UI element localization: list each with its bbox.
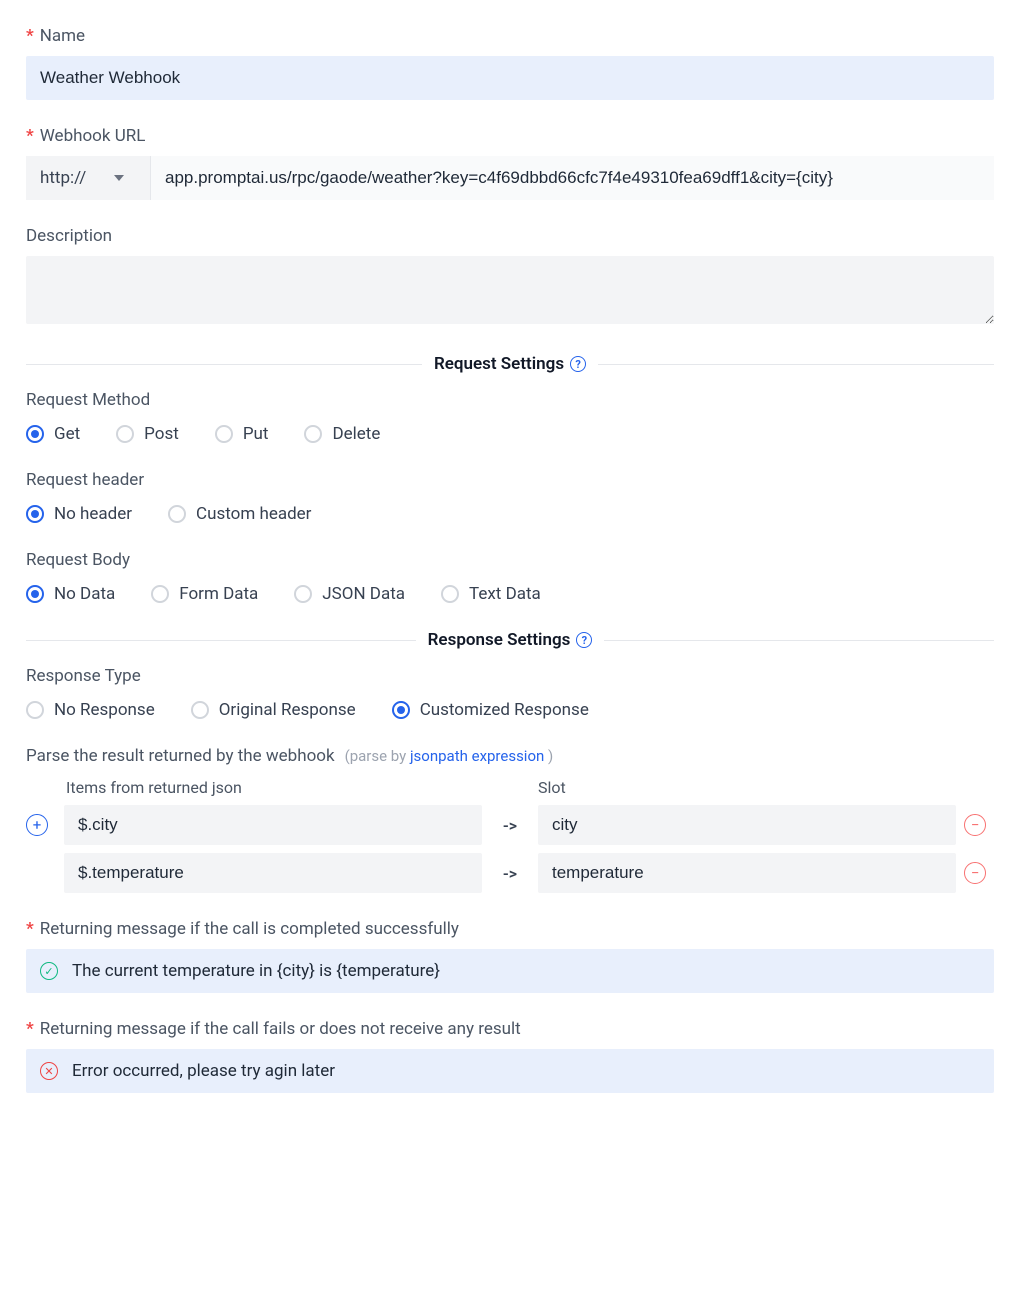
body-json-radio[interactable]: JSON Data — [294, 584, 405, 604]
request-header-label: Request header — [26, 470, 994, 490]
header-custom-radio[interactable]: Custom header — [168, 504, 311, 524]
request-method-label: Request Method — [26, 390, 994, 410]
success-msg-group: Returning message if the call is complet… — [26, 919, 994, 993]
method-post-radio[interactable]: Post — [116, 424, 179, 444]
item-input[interactable] — [64, 853, 482, 893]
mapping-table: Items from returned json Slot + -> − -> … — [26, 778, 994, 893]
method-delete-radio[interactable]: Delete — [304, 424, 380, 444]
x-circle-icon: ✕ — [40, 1062, 58, 1080]
table-row: -> − — [26, 853, 994, 893]
response-type-group: Response Type No Response Original Respo… — [26, 666, 994, 720]
name-label: Name — [26, 26, 994, 46]
jsonpath-link[interactable]: jsonpath expression — [410, 747, 544, 765]
method-get-radio[interactable]: Get — [26, 424, 80, 444]
protocol-select[interactable]: http:// — [26, 156, 151, 200]
slot-input[interactable] — [538, 853, 956, 893]
arrow-icon: -> — [490, 816, 530, 835]
table-row: + -> − — [26, 805, 994, 845]
request-body-radios: No Data Form Data JSON Data Text Data — [26, 584, 994, 604]
error-msg-text: Error occurred, please try agin later — [72, 1061, 335, 1081]
webhook-url-label: Webhook URL — [26, 126, 994, 146]
response-settings-divider: Response Settings ? — [26, 630, 994, 650]
success-msg-label: Returning message if the call is complet… — [26, 919, 994, 939]
success-msg-box[interactable]: ✓ The current temperature in {city} is {… — [26, 949, 994, 993]
description-label: Description — [26, 226, 994, 246]
webhook-url-group: Webhook URL http:// — [26, 126, 994, 200]
response-settings-title: Response Settings — [428, 630, 571, 650]
chevron-down-icon — [114, 175, 124, 181]
error-msg-box[interactable]: ✕ Error occurred, please try agin later — [26, 1049, 994, 1093]
body-text-radio[interactable]: Text Data — [441, 584, 541, 604]
header-none-radio[interactable]: No header — [26, 504, 132, 524]
slot-input[interactable] — [538, 805, 956, 845]
webhook-url-input[interactable] — [151, 156, 994, 200]
col-slot-header: Slot — [538, 778, 954, 797]
add-row-icon[interactable]: + — [26, 814, 48, 836]
name-input[interactable] — [26, 56, 994, 100]
error-msg-group: Returning message if the call fails or d… — [26, 1019, 994, 1093]
method-put-radio[interactable]: Put — [215, 424, 269, 444]
request-body-label: Request Body — [26, 550, 994, 570]
arrow-icon: -> — [490, 864, 530, 883]
request-header-group: Request header No header Custom header — [26, 470, 994, 524]
error-msg-label: Returning message if the call fails or d… — [26, 1019, 994, 1039]
body-none-radio[interactable]: No Data — [26, 584, 115, 604]
request-settings-divider: Request Settings ? — [26, 354, 994, 374]
body-form-radio[interactable]: Form Data — [151, 584, 258, 604]
remove-row-icon[interactable]: − — [964, 814, 986, 836]
response-type-label: Response Type — [26, 666, 994, 686]
protocol-text: http:// — [40, 168, 86, 188]
col-items-header: Items from returned json — [66, 778, 482, 797]
request-settings-title: Request Settings — [434, 354, 564, 374]
remove-row-icon[interactable]: − — [964, 862, 986, 884]
request-header-radios: No header Custom header — [26, 504, 994, 524]
url-row: http:// — [26, 156, 994, 200]
success-msg-text: The current temperature in {city} is {te… — [72, 961, 440, 981]
name-group: Name — [26, 26, 994, 100]
help-icon[interactable]: ? — [570, 356, 586, 372]
description-group: Description — [26, 226, 994, 328]
description-textarea[interactable] — [26, 256, 994, 324]
item-input[interactable] — [64, 805, 482, 845]
request-body-group: Request Body No Data Form Data JSON Data… — [26, 550, 994, 604]
request-method-group: Request Method Get Post Put Delete — [26, 390, 994, 444]
parse-title: Parse the result returned by the webhook — [26, 746, 335, 766]
response-custom-radio[interactable]: Customized Response — [392, 700, 589, 720]
request-method-radios: Get Post Put Delete — [26, 424, 994, 444]
response-type-radios: No Response Original Response Customized… — [26, 700, 994, 720]
help-icon[interactable]: ? — [576, 632, 592, 648]
parse-group: Parse the result returned by the webhook… — [26, 746, 994, 893]
check-circle-icon: ✓ — [40, 962, 58, 980]
response-original-radio[interactable]: Original Response — [191, 700, 356, 720]
response-none-radio[interactable]: No Response — [26, 700, 155, 720]
